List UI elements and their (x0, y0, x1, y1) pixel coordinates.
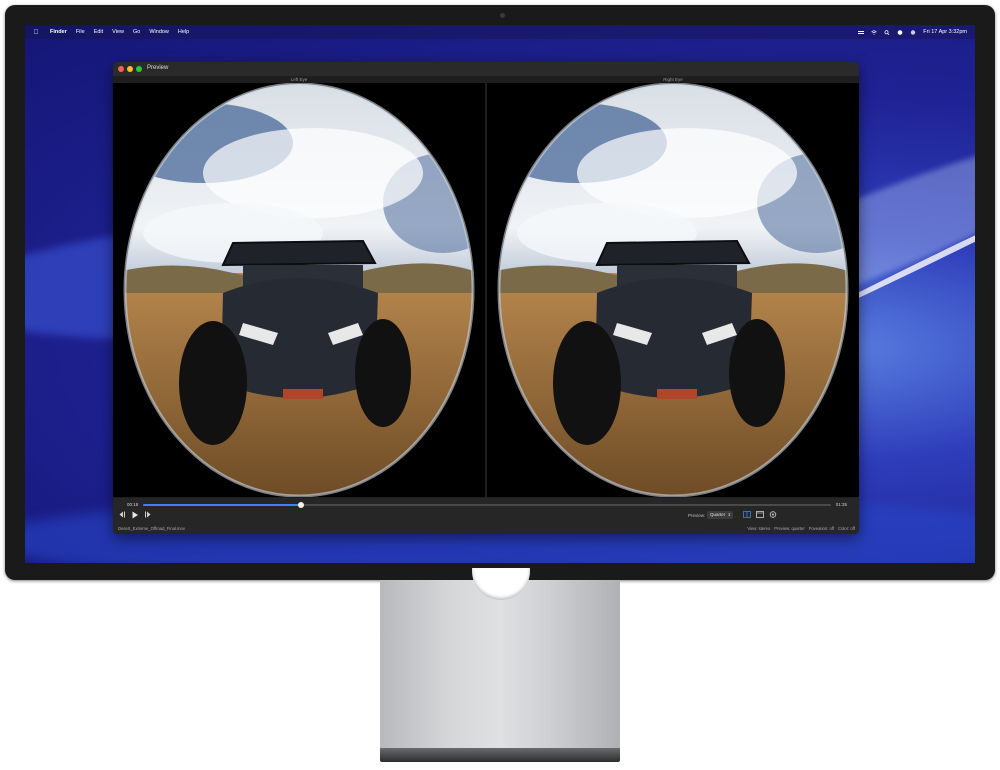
search-icon[interactable] (884, 29, 890, 35)
menu-view[interactable]: View (112, 29, 124, 35)
current-time: 00:18 (127, 502, 139, 507)
fullscreen-icon[interactable] (136, 66, 142, 72)
left-eye-video[interactable] (113, 83, 485, 497)
skip-back-icon[interactable] (118, 511, 126, 518)
preview-window: Preview Left Eye Right Eye 00:18 01:35 P… (113, 62, 859, 534)
menu-help[interactable]: Help (178, 29, 189, 35)
play-icon[interactable] (131, 511, 139, 519)
right-eye-video[interactable] (487, 83, 859, 497)
scrubber[interactable] (143, 502, 831, 508)
apple-logo-icon[interactable]:  (31, 29, 41, 36)
fisheye-frame-left (123, 83, 475, 497)
right-eye-label: Right Eye (663, 77, 683, 82)
wifi-icon[interactable] (871, 29, 878, 35)
status-bar: View: stereo Preview: quarter Foveation:… (747, 526, 855, 531)
status-foveation: Foveation: off (808, 526, 835, 531)
title-bar[interactable]: Preview (113, 62, 859, 76)
siri-icon[interactable] (910, 29, 916, 35)
total-time: 01:35 (835, 502, 847, 507)
file-name: Desert_Extreme_Offroad_Final.mov (118, 526, 185, 531)
monitor-base (380, 748, 620, 762)
preview-quality-value: Quarter (710, 512, 726, 517)
monitor-stand (380, 580, 620, 750)
chevron-updown-icon: ⇕ (727, 512, 731, 517)
side-by-side-view-icon[interactable] (743, 511, 751, 518)
studio-display:  Finder File Edit View Go Window Help F… (5, 5, 995, 580)
menu-app-name[interactable]: Finder (50, 29, 67, 35)
preview-quality-select[interactable]: Quarter ⇕ (707, 511, 733, 519)
menu-clock[interactable]: Fri 17 Apr 3:32pm (923, 29, 967, 35)
user-icon[interactable] (897, 29, 903, 35)
skip-forward-icon[interactable] (144, 511, 152, 518)
close-icon[interactable] (118, 66, 124, 72)
single-view-icon[interactable] (756, 511, 764, 518)
window-title: Preview (147, 65, 169, 71)
camera-icon (500, 13, 505, 18)
status-preview: Preview: quarter (774, 526, 805, 531)
left-eye-label: Left Eye (290, 77, 308, 82)
immersive-view-icon[interactable] (769, 511, 777, 518)
fisheye-frame-right (497, 83, 849, 497)
player-controls: 00:18 01:35 Preview: Quarter ⇕ Desert_Ex (113, 498, 859, 534)
desktop-screen:  Finder File Edit View Go Window Help F… (25, 25, 975, 563)
menu-window[interactable]: Window (149, 29, 169, 35)
menu-file[interactable]: File (76, 29, 85, 35)
scrubber-progress (143, 504, 302, 506)
status-color: Color: off (838, 526, 855, 531)
minimize-icon[interactable] (127, 66, 133, 72)
menu-bar:  Finder File Edit View Go Window Help F… (25, 25, 975, 39)
menu-go[interactable]: Go (133, 29, 140, 35)
scrubber-handle[interactable] (298, 502, 305, 508)
control-center-icon[interactable] (858, 30, 865, 35)
menu-edit[interactable]: Edit (94, 29, 103, 35)
preview-quality-label: Preview: (688, 513, 706, 518)
status-view: View: stereo (747, 526, 771, 531)
